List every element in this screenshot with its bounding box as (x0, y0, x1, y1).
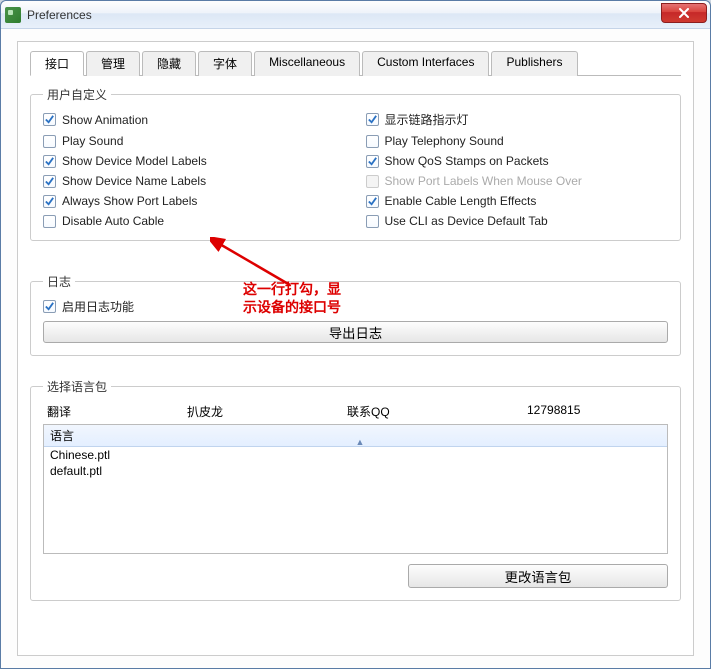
export-log-button[interactable]: 导出日志 (43, 321, 668, 343)
checkmark-icon (366, 175, 379, 188)
tab-fonts[interactable]: 字体 (198, 51, 252, 76)
checkmark-icon (43, 113, 56, 126)
checkbox-cable-length-effects[interactable]: Enable Cable Length Effects (366, 194, 669, 208)
language-info-row: 翻译 扒皮龙 联系QQ 12798815 (43, 403, 668, 424)
change-language-button[interactable]: 更改语言包 (408, 564, 668, 588)
checkbox-label: 显示链路指示灯 (385, 111, 469, 128)
checkmark-icon (43, 175, 56, 188)
checkbox-label: Always Show Port Labels (62, 194, 197, 208)
checkmark-icon (43, 300, 56, 313)
checkmark-icon (43, 215, 56, 228)
tab-interface[interactable]: 接口 (30, 51, 84, 76)
legend-user-custom: 用户自定义 (43, 86, 111, 103)
lang-col-author: 扒皮龙 (187, 403, 347, 420)
checkbox-label: Show Port Labels When Mouse Over (385, 174, 582, 188)
checkbox-enable-log[interactable]: 启用日志功能 (43, 298, 668, 315)
checkbox-label: Use CLI as Device Default Tab (385, 214, 548, 228)
checkbox-play-telephony-sound[interactable]: Play Telephony Sound (366, 134, 669, 148)
fieldset-language: 选择语言包 翻译 扒皮龙 联系QQ 12798815 语言 ▲ Chinese.… (30, 378, 681, 601)
titlebar[interactable]: Preferences (1, 1, 710, 29)
checkmark-icon (43, 135, 56, 148)
tab-custom-interfaces[interactable]: Custom Interfaces (362, 51, 489, 76)
list-header-label: 语言 (50, 429, 74, 443)
checkbox-label: Show Device Name Labels (62, 174, 206, 188)
tab-management[interactable]: 管理 (86, 51, 140, 76)
checkbox-label: Play Sound (62, 134, 123, 148)
checkbox-cli-default-tab[interactable]: Use CLI as Device Default Tab (366, 214, 669, 228)
checkbox-label: Show Animation (62, 113, 148, 127)
checkbox-device-name-labels[interactable]: Show Device Name Labels (43, 174, 346, 188)
checkbox-port-labels-mouseover: Show Port Labels When Mouse Over (366, 174, 669, 188)
checkmark-icon (366, 155, 379, 168)
content-area: 接口 管理 隐藏 字体 Miscellaneous Custom Interfa… (17, 41, 694, 656)
lang-col-contact: 联系QQ (347, 403, 527, 420)
checkbox-always-show-port-labels[interactable]: Always Show Port Labels (43, 194, 346, 208)
lang-col-translate: 翻译 (47, 403, 187, 420)
checkmark-icon (366, 135, 379, 148)
language-listbox[interactable]: 语言 ▲ Chinese.ptl default.ptl (43, 424, 668, 554)
preferences-window: Preferences 接口 管理 隐藏 字体 Miscellaneous Cu… (0, 0, 711, 669)
checkbox-device-model-labels[interactable]: Show Device Model Labels (43, 154, 346, 168)
checkbox-label: 启用日志功能 (62, 298, 134, 315)
list-header-language[interactable]: 语言 ▲ (44, 425, 667, 447)
checkmark-icon (366, 215, 379, 228)
checkmark-icon (43, 195, 56, 208)
checkbox-label: Play Telephony Sound (385, 134, 504, 148)
checkbox-qos-stamps[interactable]: Show QoS Stamps on Packets (366, 154, 669, 168)
list-item[interactable]: Chinese.ptl (44, 447, 667, 463)
checkbox-label: Show QoS Stamps on Packets (385, 154, 549, 168)
checkmark-icon (366, 113, 379, 126)
close-icon (678, 8, 690, 18)
sort-indicator-icon: ▲ (356, 437, 365, 447)
tab-publishers[interactable]: Publishers (491, 51, 577, 76)
list-item[interactable]: default.ptl (44, 463, 667, 479)
lang-col-qq: 12798815 (527, 403, 664, 420)
app-icon (5, 7, 21, 23)
tab-hide[interactable]: 隐藏 (142, 51, 196, 76)
legend-language: 选择语言包 (43, 378, 111, 395)
tab-strip: 接口 管理 隐藏 字体 Miscellaneous Custom Interfa… (30, 50, 681, 76)
checkbox-label: Show Device Model Labels (62, 154, 207, 168)
checkbox-play-sound[interactable]: Play Sound (43, 134, 346, 148)
checkbox-label: Enable Cable Length Effects (385, 194, 537, 208)
close-button[interactable] (661, 3, 707, 23)
checkbox-label: Disable Auto Cable (62, 214, 164, 228)
checkbox-show-link-lights[interactable]: 显示链路指示灯 (366, 111, 669, 128)
tab-misc[interactable]: Miscellaneous (254, 51, 360, 76)
fieldset-log: 日志 启用日志功能 导出日志 (30, 273, 681, 356)
window-title: Preferences (27, 8, 92, 22)
checkbox-show-animation[interactable]: Show Animation (43, 111, 346, 128)
checkbox-disable-auto-cable[interactable]: Disable Auto Cable (43, 214, 346, 228)
checkmark-icon (366, 195, 379, 208)
checkmark-icon (43, 155, 56, 168)
legend-log: 日志 (43, 273, 75, 290)
fieldset-user-custom: 用户自定义 Show Animation 显示链路指示灯 Play Sound … (30, 86, 681, 241)
checkbox-grid: Show Animation 显示链路指示灯 Play Sound Play T… (43, 111, 668, 228)
